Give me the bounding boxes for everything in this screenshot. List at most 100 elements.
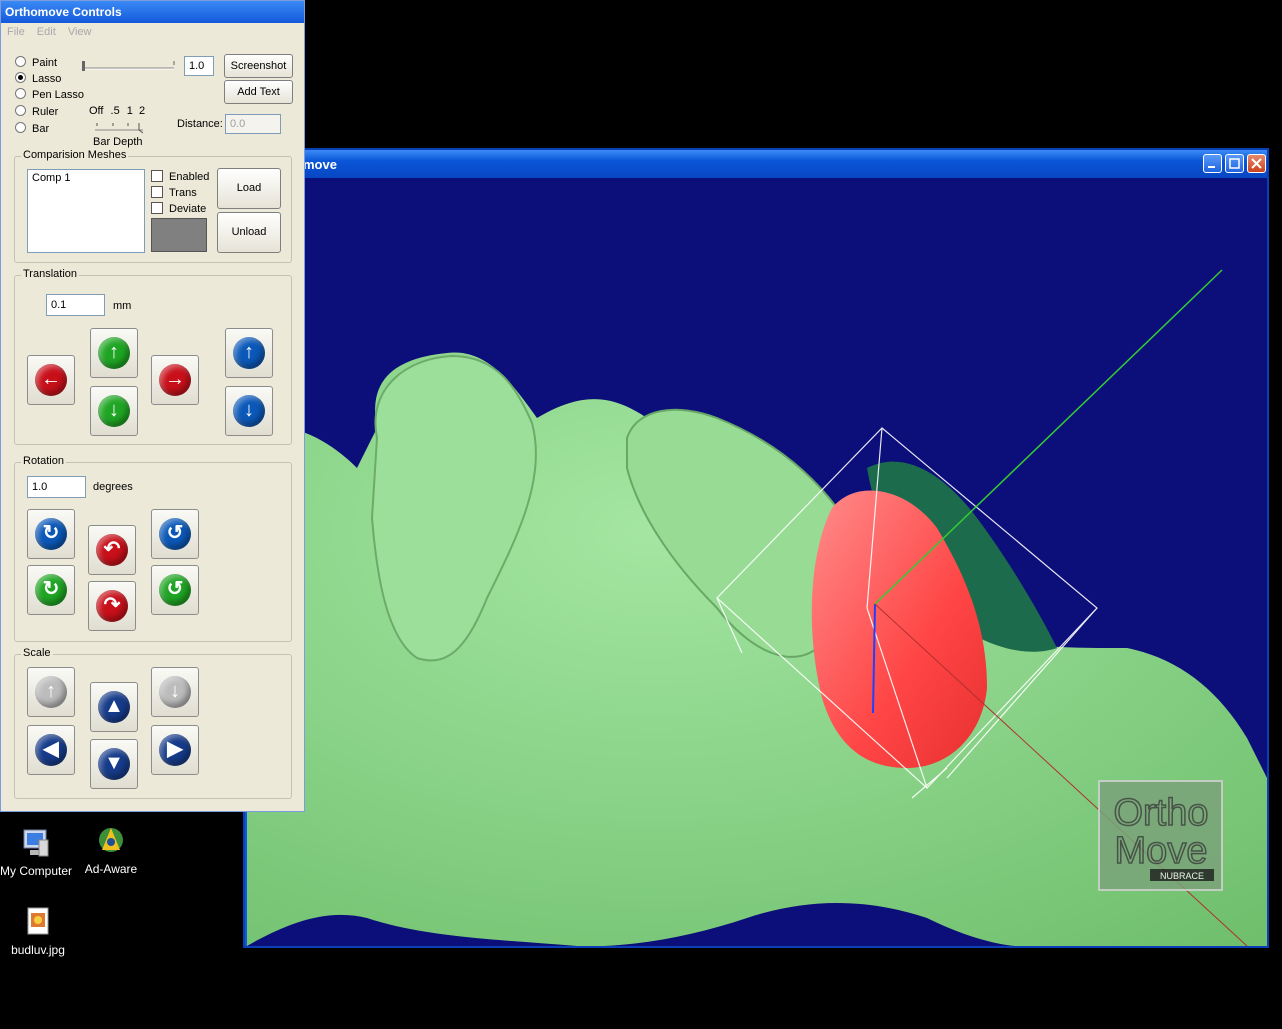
logo-badge: NUBRACE	[1160, 871, 1204, 881]
radio-ruler[interactable]: Ruler	[15, 105, 58, 118]
controls-title-bar[interactable]: Orthomove Controls	[1, 1, 304, 23]
chevron-left-icon: ◀	[35, 734, 67, 766]
scale-up-button[interactable]: ▲	[90, 682, 138, 732]
translate-up-button[interactable]: ↑	[90, 328, 138, 378]
unload-button[interactable]: Unload	[217, 212, 281, 253]
rotate-ccw-icon: ↺	[159, 518, 191, 550]
translation-unit: mm	[113, 300, 132, 312]
rotation-group: Rotation 1.0 degrees ↻ ↻ ↶ ↷ ↺ ↺	[14, 455, 292, 642]
u-turn-up-icon: ↶	[96, 534, 128, 566]
viewer-title: move	[303, 157, 337, 172]
arrow-up-icon: ↑	[98, 337, 130, 369]
menu-bar: File Edit View	[1, 23, 304, 41]
trans-checkbox[interactable]: Trans	[151, 186, 197, 199]
radio-lasso-label: Lasso	[32, 73, 62, 85]
image-file-icon	[21, 905, 55, 939]
deviate-checkbox[interactable]: Deviate	[151, 202, 206, 215]
rotate-ccw-green-button[interactable]: ↺	[151, 565, 199, 615]
bar-depth-tick: Off	[89, 105, 104, 117]
bar-depth-label: Bar Depth	[93, 136, 143, 148]
chevron-up-icon: ▲	[98, 691, 130, 723]
mesh-color-swatch[interactable]	[151, 218, 207, 252]
arrow-down-icon: ↓	[98, 395, 130, 427]
chevron-right-icon: ▶	[159, 734, 191, 766]
rotate-cw-icon: ↻	[35, 574, 67, 606]
close-button[interactable]	[1247, 154, 1266, 173]
controls-title: Orthomove Controls	[5, 5, 122, 19]
arrow-up-icon: ↑	[233, 337, 265, 369]
menu-view[interactable]: View	[68, 26, 92, 38]
rotate-up-red-button[interactable]: ↶	[88, 525, 136, 575]
desktop-icon-my-computer[interactable]: My Computer	[0, 826, 76, 878]
trans-label: Trans	[169, 187, 197, 199]
desktop-icon-label: budluv.jpg	[11, 943, 65, 957]
logo-line1: Ortho	[1113, 792, 1208, 834]
brush-size-slider[interactable]	[81, 59, 176, 73]
3d-viewport[interactable]: Ortho Move NUBRACE	[247, 178, 1267, 946]
scale-up-gray-button[interactable]: ↑	[27, 667, 75, 717]
rotate-down-red-button[interactable]: ↷	[88, 581, 136, 631]
comparison-meshes-group: Comparision Meshes Comp 1 Enabled Trans …	[14, 149, 292, 263]
translate-right-button[interactable]: →	[151, 355, 199, 405]
orthomove-logo: Ortho Move NUBRACE	[1098, 780, 1223, 891]
bar-depth-tick: 1	[126, 105, 133, 117]
menu-file[interactable]: File	[7, 26, 25, 38]
load-button[interactable]: Load	[217, 168, 281, 209]
rotation-unit: degrees	[93, 481, 133, 493]
enabled-checkbox[interactable]: Enabled	[151, 170, 209, 183]
brush-size-field[interactable]: 1.0	[184, 56, 214, 76]
dental-model-render: Ortho Move NUBRACE	[247, 269, 1267, 946]
minimize-button[interactable]	[1203, 154, 1222, 173]
rotation-step-field[interactable]: 1.0	[27, 476, 86, 498]
desktop-icon-label: Ad-Aware	[84, 862, 138, 876]
scale-right-button[interactable]: ▶	[151, 725, 199, 775]
radio-paint-label: Paint	[32, 57, 58, 69]
scale-left-button[interactable]: ◀	[27, 725, 75, 775]
bar-depth-slider[interactable]	[93, 120, 149, 134]
add-text-button[interactable]: Add Text	[224, 80, 293, 104]
radio-pen-lasso[interactable]: Pen Lasso	[15, 88, 84, 101]
translate-forward-button[interactable]: ↑	[225, 328, 273, 378]
orthomove-controls-window: Orthomove Controls File Edit View Paint …	[0, 0, 305, 812]
maximize-button[interactable]	[1225, 154, 1244, 173]
rotation-label: Rotation	[21, 455, 66, 467]
computer-icon	[19, 826, 53, 860]
distance-field[interactable]: 0.0	[225, 114, 281, 134]
rotate-cw-green-button[interactable]: ↻	[27, 565, 75, 615]
list-item[interactable]: Comp 1	[32, 172, 144, 184]
bar-depth-tick: 2	[138, 105, 146, 117]
deviate-label: Deviate	[169, 203, 207, 215]
desktop-icon-label: My Computer	[0, 864, 73, 878]
radio-pen-lasso-label: Pen Lasso	[32, 89, 84, 101]
viewer-window: move Ortho Move NUBRACE	[243, 148, 1269, 948]
menu-edit[interactable]: Edit	[37, 26, 56, 38]
translation-label: Translation	[21, 268, 80, 280]
rotate-ccw-icon: ↺	[159, 574, 191, 606]
distance-label: Distance:	[177, 118, 223, 130]
translation-step-field[interactable]: 0.1	[46, 294, 105, 316]
desktop-icon-ad-aware[interactable]: Ad-Aware	[71, 824, 151, 876]
enabled-label: Enabled	[169, 171, 210, 183]
translate-down-button[interactable]: ↓	[90, 386, 138, 436]
bar-depth-tick: .5	[110, 105, 120, 117]
comparison-mesh-list[interactable]: Comp 1	[27, 169, 145, 253]
scale-down-button[interactable]: ▼	[90, 739, 138, 789]
scale-down-gray-button[interactable]: ↓	[151, 667, 199, 717]
arrow-down-icon: ↓	[159, 676, 191, 708]
rotate-cw-blue-button[interactable]: ↻	[27, 509, 75, 559]
rotate-cw-icon: ↻	[35, 518, 67, 550]
screenshot-button[interactable]: Screenshot	[224, 54, 293, 78]
radio-paint[interactable]: Paint	[15, 56, 57, 69]
arrow-right-icon: →	[159, 364, 191, 396]
translate-back-button[interactable]: ↓	[225, 386, 273, 436]
radio-lasso[interactable]: Lasso	[15, 72, 61, 85]
translate-left-button[interactable]: ←	[27, 355, 75, 405]
arrow-left-icon: ←	[35, 364, 67, 396]
desktop-icon-budluv[interactable]: budluv.jpg	[0, 905, 78, 957]
rotate-ccw-blue-button[interactable]: ↺	[151, 509, 199, 559]
radio-bar[interactable]: Bar	[15, 122, 49, 135]
radio-bar-label: Bar	[32, 123, 50, 135]
arrow-down-icon: ↓	[233, 395, 265, 427]
arrow-up-icon: ↑	[35, 676, 67, 708]
viewer-title-bar[interactable]: move	[245, 150, 1267, 178]
